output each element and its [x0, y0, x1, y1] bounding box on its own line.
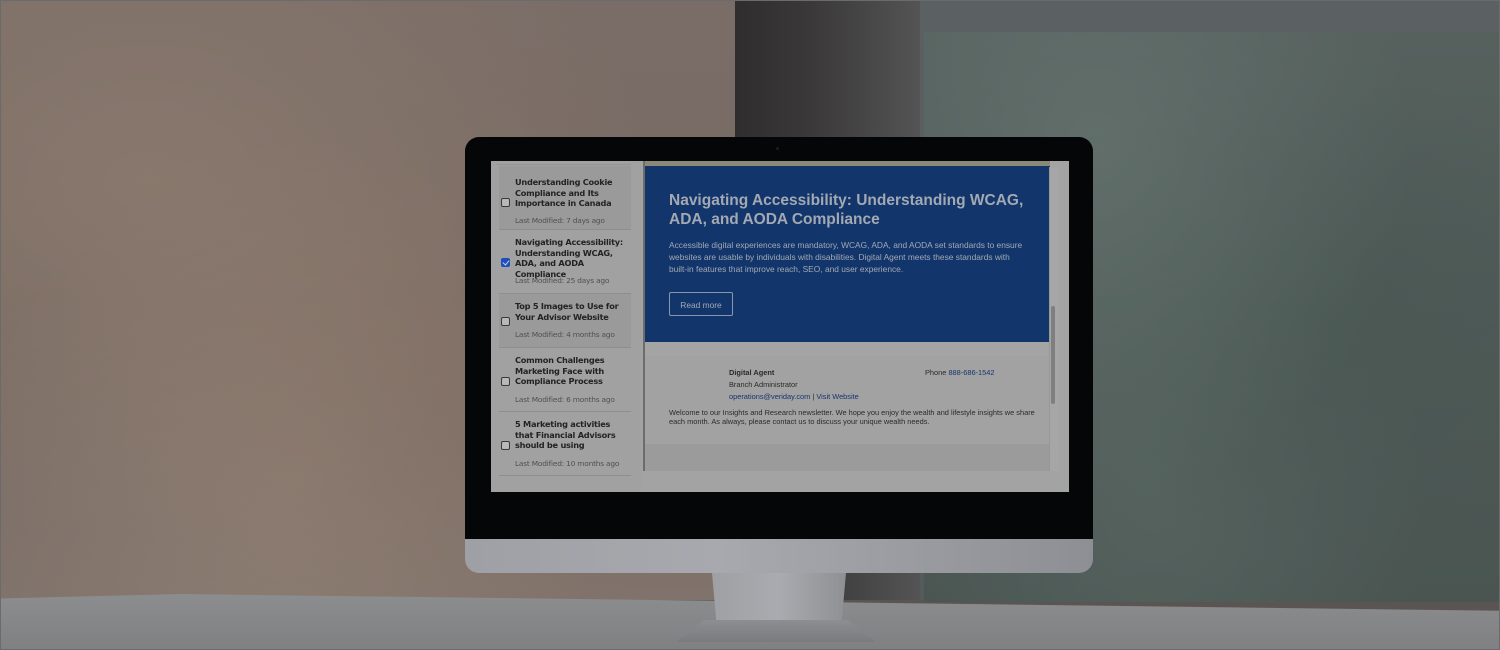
- article-list-item[interactable]: Common Challenges Marketing Face with Co…: [499, 348, 631, 412]
- signature-links: operations@veriday.com | Visit Website: [729, 392, 859, 401]
- article-title: 5 Marketing activities that Financial Ad…: [515, 419, 616, 451]
- article-title: Common Challenges Marketing Face with Co…: [515, 355, 605, 387]
- monitor-stand-base: [676, 620, 876, 642]
- hero-banner: Navigating Accessibility: Understanding …: [645, 166, 1050, 342]
- signature-block: Digital Agent Branch Administrator opera…: [645, 356, 1050, 444]
- hero-title: Navigating Accessibility: Understanding …: [669, 192, 1024, 228]
- article-checkbox[interactable]: [501, 198, 510, 207]
- article-checkbox[interactable]: [501, 377, 510, 386]
- hero-body: Accessible digital experiences are manda…: [669, 240, 1023, 275]
- preview-footer-band: [645, 444, 1050, 471]
- article-last-modified: Last Modified: 25 days ago: [515, 276, 610, 285]
- article-title: Top 5 Images to Use for Your Advisor Web…: [515, 301, 619, 322]
- divider: [497, 164, 631, 165]
- article-list-sidebar: Understanding Cookie Compliance and Its …: [491, 161, 641, 492]
- article-last-modified: Last Modified: 6 months ago: [515, 395, 615, 404]
- article-checkbox-checked[interactable]: [501, 258, 510, 267]
- article-checkbox[interactable]: [501, 317, 510, 326]
- signature-role: Branch Administrator: [729, 380, 798, 389]
- article-last-modified: Last Modified: 10 months ago: [515, 459, 620, 468]
- welcome-message: Welcome to our Insights and Research new…: [669, 408, 1035, 427]
- article-list-item[interactable]: Top 5 Images to Use for Your Advisor Web…: [499, 294, 631, 348]
- email-link[interactable]: operations@veriday.com: [729, 392, 810, 401]
- newsletter-preview: Navigating Accessibility: Understanding …: [643, 161, 1057, 471]
- article-last-modified: Last Modified: 7 days ago: [515, 216, 605, 225]
- phone-link[interactable]: 888-686-1542: [948, 368, 994, 377]
- read-more-button[interactable]: Read more: [669, 292, 733, 316]
- camera-icon: [776, 147, 779, 150]
- signature-phone: Phone 888-686-1542: [925, 368, 994, 377]
- article-title: Navigating Accessibility: Understanding …: [515, 237, 623, 280]
- signature-name: Digital Agent: [729, 368, 775, 377]
- monitor-screen: Understanding Cookie Compliance and Its …: [491, 161, 1069, 492]
- article-last-modified: Last Modified: 4 months ago: [515, 330, 615, 339]
- article-title: Understanding Cookie Compliance and Its …: [515, 177, 613, 209]
- visit-website-link[interactable]: Visit Website: [816, 392, 858, 401]
- phone-label: Phone: [925, 368, 949, 377]
- article-list-item[interactable]: 5 Marketing activities that Financial Ad…: [499, 412, 631, 476]
- article-list-item[interactable]: Navigating Accessibility: Understanding …: [499, 230, 631, 294]
- article-checkbox[interactable]: [501, 441, 510, 450]
- article-list-item[interactable]: Understanding Cookie Compliance and Its …: [499, 166, 631, 230]
- scrollbar-thumb[interactable]: [1051, 306, 1055, 404]
